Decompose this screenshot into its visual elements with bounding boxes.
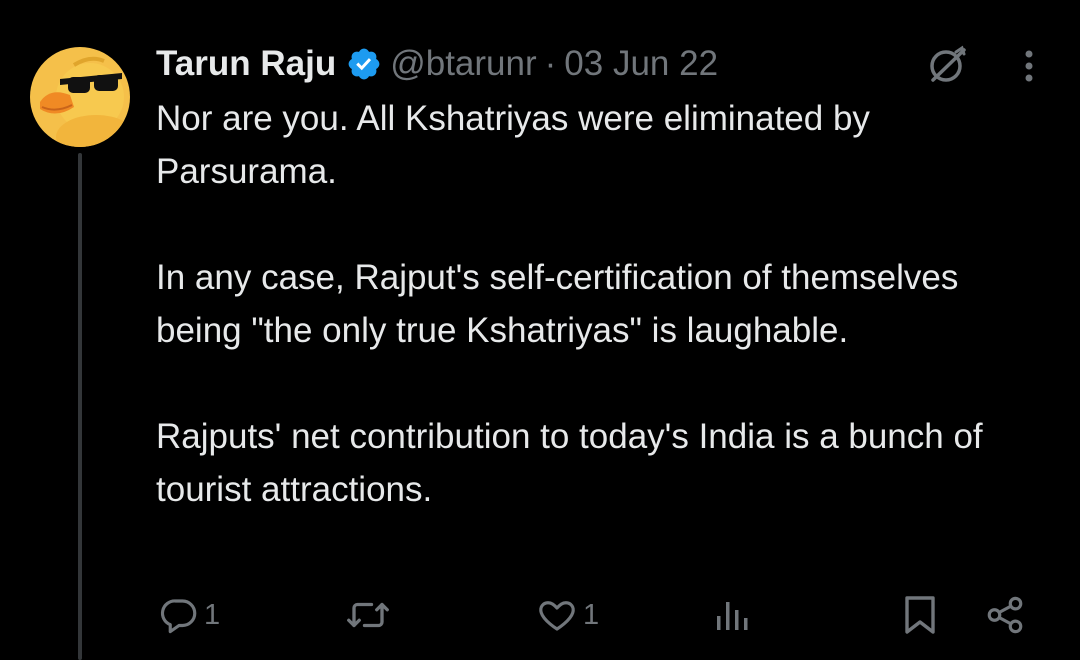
like-count: 1: [583, 598, 600, 631]
reply-icon: [160, 599, 197, 634]
reply-button[interactable]: 1: [158, 588, 220, 642]
separator-dot: ·: [544, 44, 557, 83]
retweet-button[interactable]: [345, 588, 391, 642]
reply-count: 1: [204, 598, 221, 631]
grok-icon[interactable]: [926, 44, 968, 86]
author-name[interactable]: Tarun Raju: [156, 41, 336, 87]
thread-line: [78, 153, 82, 660]
tweet-paragraph-2: In any case, Rajput's self-certification…: [156, 258, 959, 350]
views-button[interactable]: [714, 588, 750, 642]
tweet-date[interactable]: 03 Jun 22: [564, 41, 718, 87]
avatar[interactable]: [30, 47, 130, 147]
tweet-header: Tarun Raju @btarunr · 03 Jun 22: [156, 41, 718, 87]
action-bar: 1 1: [0, 588, 1080, 642]
tweet[interactable]: Tarun Raju @btarunr · 03 Jun 22 Nor are …: [0, 0, 1080, 660]
tweet-text: Nor are you. All Kshatriyas were elimina…: [156, 92, 1046, 516]
share-button[interactable]: [984, 588, 1026, 642]
like-icon: [539, 601, 575, 631]
bookmark-button[interactable]: [902, 588, 938, 642]
like-button[interactable]: 1: [535, 588, 599, 642]
duck-avatar-icon: [30, 47, 130, 147]
views-icon: [717, 602, 748, 630]
tweet-paragraph-1: Nor are you. All Kshatriyas were elimina…: [156, 99, 870, 191]
bookmark-icon: [905, 596, 935, 634]
share-icon: [987, 596, 1023, 634]
verified-badge-icon: [346, 46, 382, 82]
more-options-icon[interactable]: [1014, 46, 1044, 86]
author-handle[interactable]: @btarunr: [390, 41, 536, 87]
tweet-paragraph-3: Rajputs' net contribution to today's Ind…: [156, 417, 983, 509]
retweet-icon: [347, 602, 389, 628]
